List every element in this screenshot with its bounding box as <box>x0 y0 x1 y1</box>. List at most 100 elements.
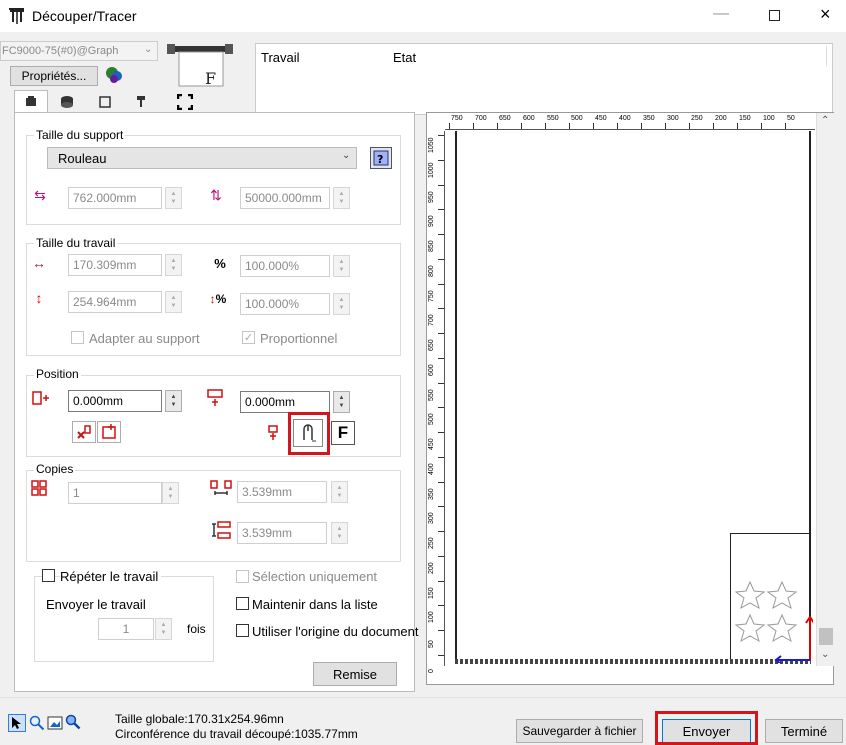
ruler-tick <box>438 283 444 285</box>
move-pointer-icon[interactable] <box>265 424 283 442</box>
ruler-tick-label: 750 <box>451 115 463 122</box>
send-times-stepper[interactable]: ▲ ▼ <box>155 618 172 640</box>
done-button[interactable]: Terminé <box>765 719 843 743</box>
ruler-tick <box>438 308 444 310</box>
color-settings-icon[interactable] <box>104 64 126 86</box>
set-origin-button[interactable] <box>97 421 121 443</box>
job-column-header[interactable]: Travail <box>261 50 300 65</box>
ruler-tick-label: 850 <box>428 240 435 253</box>
support-size-title: Taille du support <box>34 128 126 142</box>
x-position-icon <box>32 391 50 405</box>
selection-only-label: Sélection uniquement <box>252 569 378 584</box>
ruler-tick <box>761 123 762 129</box>
state-column-header[interactable]: Etat <box>393 50 416 65</box>
scrollbar-thumb[interactable] <box>819 628 833 645</box>
job-height-field[interactable]: 254.964mm <box>68 291 162 313</box>
scroll-down-icon[interactable]: ⌄ <box>821 649 829 660</box>
cut-perimeter-text: Circonférence du travail découpé:1035.77… <box>115 727 358 741</box>
use-document-origin-label: Utiliser l'origine du document <box>252 624 419 639</box>
ruler-tick-label: 500 <box>571 115 583 122</box>
zoom-tool-icon[interactable] <box>28 714 46 732</box>
plotter-app-icon <box>8 6 26 26</box>
reset-label: Remise <box>332 666 378 682</box>
ruler-tick-label: 150 <box>428 587 435 599</box>
ruler-tick <box>438 258 444 260</box>
horizontal-ruler: 750 700 650 600 550 500 450 400 350 300 250 200 150 1… <box>445 113 815 130</box>
repeat-job-checkbox[interactable] <box>42 569 55 582</box>
reset-origin-icon <box>77 425 91 439</box>
overall-size-text: Taille globale:170.31x254.96mn <box>115 712 284 726</box>
y-position-field[interactable]: 0.000mm <box>240 391 330 413</box>
ruler-tick-label: 0 <box>428 669 435 673</box>
select-tool-icon[interactable] <box>8 714 26 732</box>
minimize-button[interactable]: — <box>713 5 729 23</box>
selection-only-checkbox[interactable] <box>236 570 249 583</box>
job-width-stepper[interactable]: ▲ ▼ <box>165 254 182 276</box>
ruler-tick <box>473 123 474 129</box>
chevron-down-icon: ⌄ <box>342 150 351 161</box>
plotter-preview-icon: F <box>165 40 237 92</box>
vertical-spacing-stepper[interactable]: ▲ ▼ <box>331 522 348 544</box>
tab-cut-settings[interactable] <box>14 90 48 112</box>
ruler-tick-label: 150 <box>739 115 751 122</box>
x-position-field[interactable]: 0.000mm <box>68 390 162 412</box>
ruler-tick <box>438 531 444 533</box>
ruler-tick-label: 800 <box>428 265 435 277</box>
device-select[interactable]: FC9000-75(#0)@Graph ⌄ <box>0 41 158 61</box>
maximize-button[interactable] <box>769 10 780 21</box>
times-label: fois <box>187 622 206 636</box>
copies-count-field[interactable]: 1 <box>68 482 162 504</box>
ruler-tick <box>438 630 444 632</box>
job-width-percent-field[interactable]: 100.000% <box>240 255 330 277</box>
ruler-tick-label: 750 <box>428 289 435 302</box>
zoom-fit-icon[interactable] <box>64 713 82 731</box>
fit-to-media-label: Adapter au support <box>89 331 200 346</box>
job-width-field[interactable]: 170.309mm <box>68 254 162 276</box>
copies-count-stepper[interactable]: ▲ ▼ <box>162 482 179 504</box>
media-info-icon[interactable]: ? <box>370 147 392 169</box>
ruler-tick <box>438 555 444 557</box>
tab-tool[interactable] <box>124 92 158 112</box>
media-width-icon: ⇆ <box>34 186 46 203</box>
vertical-scrollbar[interactable]: ⌃ ⌄ <box>816 113 834 666</box>
use-document-origin-checkbox[interactable] <box>236 624 249 637</box>
ruler-tick-label: 200 <box>715 115 727 122</box>
flip-f-button[interactable]: F <box>331 421 355 445</box>
media-roll-icon <box>61 96 73 108</box>
vertical-ruler: 1050 1000 950 900 850 800 750 700 650 600 550 500 45… <box>427 131 445 673</box>
y-position-stepper[interactable]: ▲ ▼ <box>333 391 350 413</box>
ruler-tick-label: 200 <box>428 562 435 574</box>
reset-position-button[interactable] <box>72 421 96 443</box>
job-height-stepper[interactable]: ▲ ▼ <box>165 291 182 313</box>
job-height-percent-stepper[interactable]: ▲ ▼ <box>333 293 350 315</box>
send-times-field[interactable]: 1 <box>98 618 154 640</box>
ruler-tick-label: 700 <box>475 115 487 122</box>
repeat-job-label: Répéter le travail <box>60 569 162 584</box>
vertical-spacing-field[interactable]: 3.539mm <box>237 522 327 544</box>
scroll-up-icon[interactable]: ⌃ <box>821 115 829 126</box>
media-type-select[interactable]: Rouleau ⌄ <box>47 147 357 169</box>
tab-area[interactable] <box>88 92 122 112</box>
job-width-percent-stepper[interactable]: ▲ ▼ <box>333 255 350 277</box>
save-to-file-button[interactable]: Sauvegarder à fichier <box>516 719 643 743</box>
tab-registration[interactable] <box>168 92 202 112</box>
fit-page-icon[interactable] <box>46 714 64 732</box>
ruler-tick <box>665 123 666 129</box>
ruler-tick <box>438 456 444 458</box>
tab-media[interactable] <box>50 92 84 112</box>
job-height-percent-field[interactable]: 100.000% <box>240 293 330 315</box>
ruler-tick <box>593 123 594 129</box>
media-length-stepper: ▲ ▼ <box>333 187 350 209</box>
horizontal-spacing-field[interactable]: 3.539mm <box>237 481 327 503</box>
job-list[interactable]: Travail Etat <box>255 43 833 115</box>
reset-button[interactable]: Remise <box>313 662 397 686</box>
ruler-tick <box>438 432 444 434</box>
keep-in-list-checkbox[interactable] <box>236 597 249 610</box>
horizontal-spacing-stepper[interactable]: ▲ ▼ <box>331 481 348 503</box>
close-button[interactable]: × <box>820 4 831 25</box>
properties-label: Propriétés... <box>21 69 87 83</box>
x-position-stepper[interactable]: ▲ ▼ <box>165 390 182 412</box>
properties-button[interactable]: Propriétés... <box>10 66 98 86</box>
proportional-checkbox[interactable]: ✓ <box>242 331 255 344</box>
fit-to-media-checkbox[interactable] <box>71 331 84 344</box>
